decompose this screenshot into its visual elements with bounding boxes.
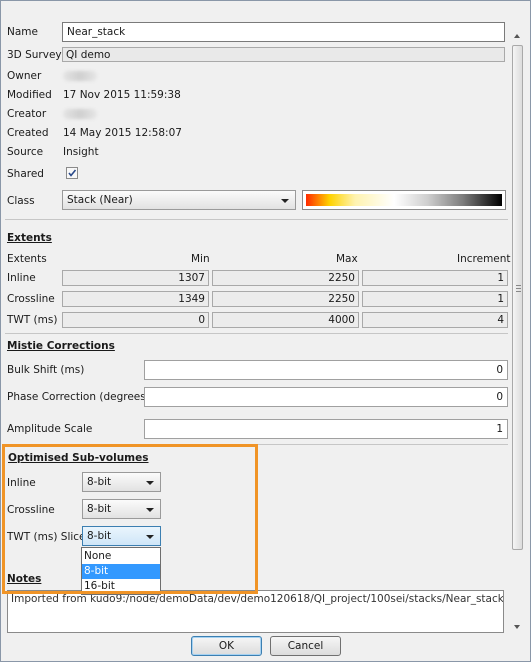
max-column-header: Max (336, 253, 358, 265)
phase-correction-input[interactable]: 0 (144, 387, 508, 407)
source-label: Source (7, 146, 44, 158)
inline-increment: 1 (362, 270, 508, 286)
owner-value-redacted (63, 71, 97, 81)
grip-line (516, 288, 521, 289)
created-value: 14 May 2015 12:58:07 (63, 127, 182, 139)
grip-line (516, 285, 521, 286)
chevron-down-icon (281, 199, 289, 203)
scroll-down-icon[interactable] (514, 625, 520, 629)
divider (5, 333, 508, 334)
check-icon (68, 169, 77, 177)
bulk-shift-label: Bulk Shift (ms) (7, 364, 85, 376)
extents-row-label: TWT (ms) (7, 314, 58, 326)
shared-label: Shared (7, 168, 44, 180)
twt-increment: 4 (362, 312, 508, 328)
created-label: Created (7, 127, 49, 139)
twt-max: 4000 (212, 312, 359, 328)
name-label: Name (7, 26, 38, 38)
creator-value-redacted (63, 109, 97, 119)
ok-button[interactable]: OK (191, 636, 262, 656)
scrollbar-thumb[interactable] (512, 45, 523, 550)
crossline-min: 1349 (62, 291, 209, 307)
mistie-title: Mistie Corrections (7, 340, 115, 352)
shared-checkbox[interactable] (66, 167, 78, 179)
crossline-increment: 1 (362, 291, 508, 307)
phase-correction-label: Phase Correction (degrees) (7, 391, 150, 403)
vertical-scrollbar[interactable] (511, 29, 524, 634)
modified-label: Modified (7, 89, 52, 101)
owner-label: Owner (7, 70, 42, 82)
increment-column-header: Increment (457, 253, 511, 265)
extents-title: Extents (7, 232, 52, 244)
notes-textarea[interactable]: Imported from kudo9:/node/demoData/dev/d… (7, 590, 504, 633)
survey-value: QI demo (62, 47, 505, 62)
colorbar-swatch (306, 194, 502, 206)
inline-min: 1307 (62, 270, 209, 286)
name-input[interactable]: Near_stack (62, 22, 505, 42)
inline-max: 2250 (212, 270, 359, 286)
creator-label: Creator (7, 108, 47, 120)
twt-min: 0 (62, 312, 209, 328)
properties-dialog: Name Near_stack 3D Survey QI demo Owner … (0, 0, 531, 662)
min-column-header: Min (191, 253, 210, 265)
annotation-highlight-box (2, 444, 258, 594)
extents-header-label: Extents (7, 253, 47, 265)
amplitude-scale-input[interactable]: 1 (144, 419, 508, 439)
class-select[interactable]: Stack (Near) (62, 190, 296, 210)
class-select-value: Stack (Near) (67, 194, 133, 206)
modified-value: 17 Nov 2015 11:59:38 (63, 89, 181, 101)
cancel-button[interactable]: Cancel (270, 636, 341, 656)
survey-label: 3D Survey (7, 49, 62, 61)
extents-row-label: Inline (7, 272, 36, 284)
colorbar-button[interactable] (302, 190, 506, 210)
divider (5, 219, 508, 220)
source-value: Insight (63, 146, 99, 158)
crossline-max: 2250 (212, 291, 359, 307)
grip-line (516, 291, 521, 292)
class-label: Class (7, 195, 35, 207)
scroll-up-icon[interactable] (514, 34, 520, 38)
amplitude-scale-label: Amplitude Scale (7, 423, 93, 435)
bulk-shift-input[interactable]: 0 (144, 360, 508, 380)
extents-row-label: Crossline (7, 293, 55, 305)
